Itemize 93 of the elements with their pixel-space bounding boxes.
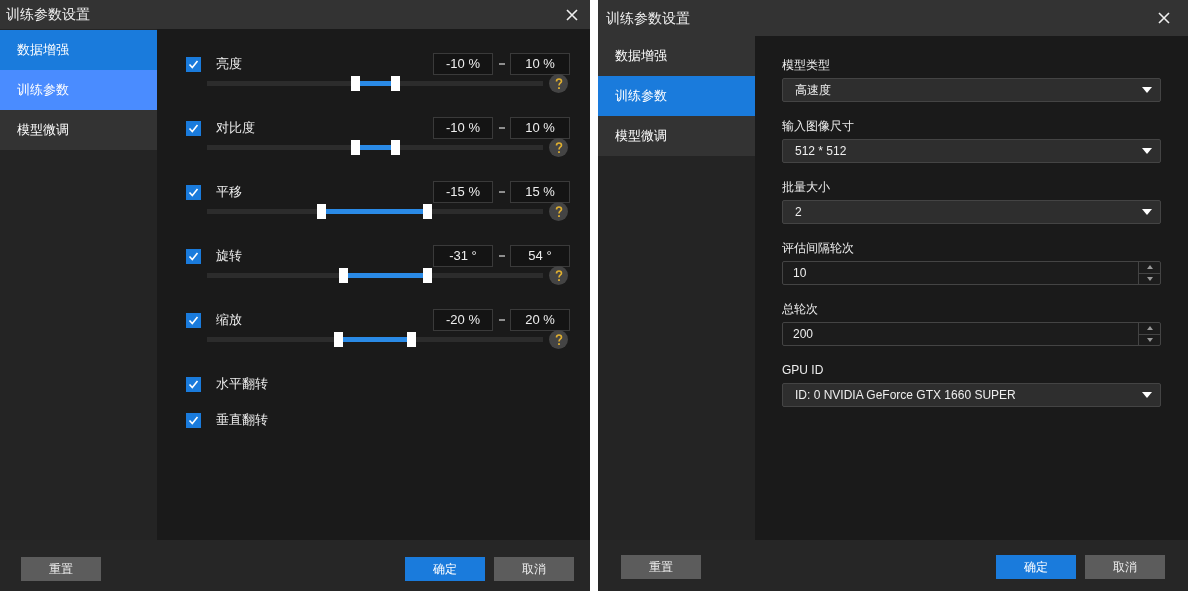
max-input-field[interactable]: 20 % bbox=[510, 309, 570, 331]
dash-icon bbox=[498, 63, 505, 65]
dropdown[interactable]: 高速度 bbox=[782, 78, 1161, 102]
reset-button[interactable]: 重置 bbox=[21, 556, 101, 581]
dash-icon bbox=[498, 127, 505, 129]
slider-thumb[interactable] bbox=[423, 204, 433, 219]
caret-down-icon bbox=[1142, 87, 1152, 93]
option-label: 平移 bbox=[216, 183, 242, 202]
close-icon bbox=[1158, 12, 1170, 24]
field-label: GPU ID bbox=[782, 362, 825, 379]
option-label: 缩放 bbox=[216, 311, 242, 330]
caret-down-icon bbox=[1142, 392, 1152, 398]
slider-thumb[interactable] bbox=[350, 140, 360, 155]
dropdown[interactable]: 512 * 512 bbox=[782, 139, 1161, 163]
dropdown[interactable]: 2 bbox=[782, 200, 1161, 224]
close-button[interactable] bbox=[1156, 10, 1172, 26]
help-button[interactable] bbox=[549, 330, 568, 349]
dash-icon bbox=[498, 319, 505, 321]
slider-thumb[interactable] bbox=[391, 76, 401, 91]
max-input-field[interactable]: 54 ° bbox=[510, 245, 570, 267]
sidebar-item[interactable]: 数据增强 bbox=[598, 36, 755, 76]
min-input-field[interactable]: -15 % bbox=[433, 181, 493, 203]
checkbox[interactable] bbox=[186, 412, 201, 428]
dash-icon bbox=[498, 191, 505, 193]
help-button[interactable] bbox=[549, 266, 568, 285]
check-icon bbox=[188, 378, 199, 390]
max-input-field[interactable]: 15 % bbox=[510, 181, 570, 203]
sidebar-item[interactable]: 数据增强 bbox=[0, 30, 157, 70]
caret-up-icon bbox=[1146, 326, 1153, 331]
checkbox[interactable] bbox=[186, 184, 201, 200]
ok-button[interactable]: 确定 bbox=[405, 556, 485, 581]
option-label: 旋转 bbox=[216, 247, 242, 266]
slider-thumb[interactable] bbox=[334, 332, 344, 347]
field-label: 输入图像尺寸 bbox=[782, 118, 855, 135]
ok-button[interactable]: 确定 bbox=[996, 554, 1076, 579]
caret-down-icon bbox=[1142, 148, 1152, 154]
field-label: 批量大小 bbox=[782, 179, 831, 196]
min-input-field[interactable]: -31 ° bbox=[433, 245, 493, 267]
option-label: 垂直翻转 bbox=[216, 411, 268, 430]
field-label: 总轮次 bbox=[782, 301, 819, 318]
close-button[interactable] bbox=[564, 6, 580, 23]
question-mark-icon bbox=[554, 205, 563, 218]
min-input-field[interactable]: -20 % bbox=[433, 309, 493, 331]
help-button[interactable] bbox=[549, 74, 568, 93]
check-icon bbox=[188, 186, 199, 198]
question-mark-icon bbox=[554, 77, 563, 90]
window-title: 训练参数设置 bbox=[6, 5, 90, 24]
checkbox[interactable] bbox=[186, 56, 201, 72]
help-button[interactable] bbox=[549, 202, 568, 221]
slider-thumb[interactable] bbox=[339, 268, 349, 283]
check-icon bbox=[188, 250, 199, 262]
number-input-field[interactable]: 200 bbox=[782, 322, 1161, 346]
sidebar-item[interactable]: 模型微调 bbox=[0, 110, 157, 150]
caret-down-icon bbox=[1142, 209, 1152, 215]
check-icon bbox=[188, 314, 199, 326]
min-input-field[interactable]: -10 % bbox=[433, 53, 493, 75]
cancel-button[interactable]: 取消 bbox=[1085, 554, 1165, 579]
check-icon bbox=[188, 414, 199, 426]
min-input-field[interactable]: -10 % bbox=[433, 117, 493, 139]
checkbox[interactable] bbox=[186, 120, 201, 136]
cancel-button[interactable]: 取消 bbox=[494, 556, 574, 581]
slider-thumb[interactable] bbox=[317, 204, 327, 219]
option-label: 水平翻转 bbox=[216, 375, 268, 394]
caret-up-icon bbox=[1146, 265, 1153, 270]
option-label: 对比度 bbox=[216, 119, 255, 138]
slider-thumb[interactable] bbox=[406, 332, 416, 347]
question-mark-icon bbox=[554, 333, 563, 346]
slider-thumb[interactable] bbox=[391, 140, 401, 155]
checkbox[interactable] bbox=[186, 376, 201, 392]
check-icon bbox=[188, 58, 199, 70]
checkbox[interactable] bbox=[186, 248, 201, 264]
dash-icon bbox=[498, 255, 505, 257]
check-icon bbox=[188, 122, 199, 134]
help-button[interactable] bbox=[549, 138, 568, 157]
question-mark-icon bbox=[554, 269, 563, 282]
question-mark-icon bbox=[554, 141, 563, 154]
field-label: 评估间隔轮次 bbox=[782, 240, 855, 257]
slider-thumb[interactable] bbox=[423, 268, 433, 283]
sidebar-item[interactable]: 训练参数 bbox=[598, 76, 755, 116]
number-input-field[interactable]: 10 bbox=[782, 261, 1161, 285]
window-title: 训练参数设置 bbox=[606, 8, 690, 28]
caret-down-icon bbox=[1146, 337, 1153, 342]
dropdown[interactable]: ID: 0 NVIDIA GeForce GTX 1660 SUPER bbox=[782, 383, 1161, 407]
close-icon bbox=[566, 8, 578, 21]
checkbox[interactable] bbox=[186, 312, 201, 328]
max-input-field[interactable]: 10 % bbox=[510, 53, 570, 75]
max-input-field[interactable]: 10 % bbox=[510, 117, 570, 139]
reset-button[interactable]: 重置 bbox=[621, 554, 701, 579]
sidebar-item[interactable]: 模型微调 bbox=[598, 116, 755, 156]
caret-down-icon bbox=[1146, 276, 1153, 281]
slider-thumb[interactable] bbox=[350, 76, 360, 91]
field-label: 模型类型 bbox=[782, 57, 831, 74]
option-label: 亮度 bbox=[216, 55, 242, 74]
